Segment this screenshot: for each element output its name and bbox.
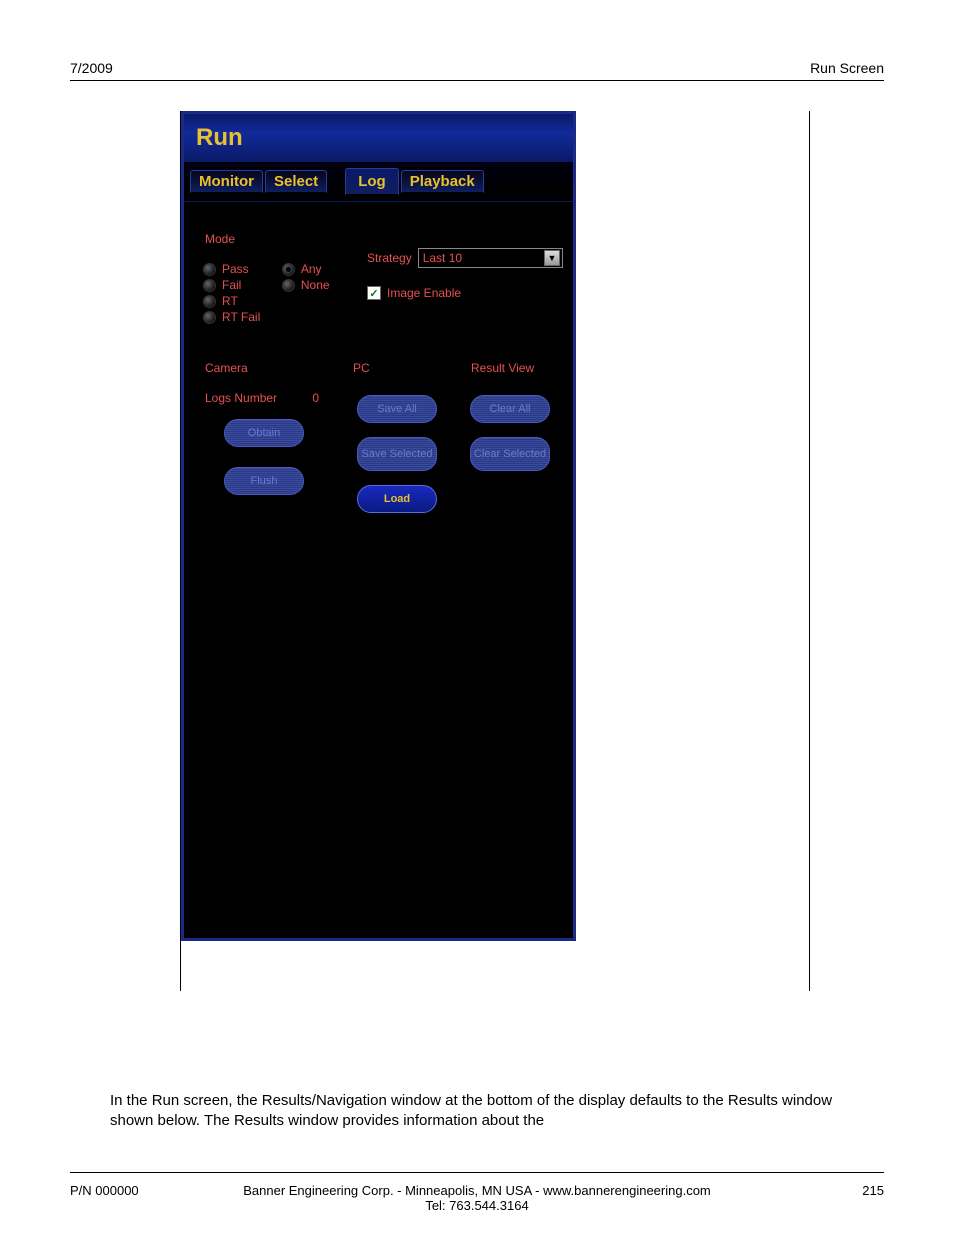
obtain-button[interactable]: Obtain xyxy=(224,419,304,447)
checkbox-icon xyxy=(367,286,381,300)
strategy-value: Last 10 xyxy=(423,251,462,265)
mode-legend: Mode xyxy=(203,232,237,246)
page-header: 7/2009 Run Screen xyxy=(70,60,884,81)
radio-icon xyxy=(203,263,216,276)
save-selected-button[interactable]: Save Selected xyxy=(357,437,437,471)
tab-log[interactable]: Log xyxy=(345,168,399,195)
strategy-area: Strategy Last 10 ▼ Image Enable xyxy=(367,232,563,300)
window-title-bar: Run xyxy=(184,114,573,162)
image-enable-checkbox[interactable]: Image Enable xyxy=(367,286,563,300)
tab-playback[interactable]: Playback xyxy=(401,170,484,193)
flush-button[interactable]: Flush xyxy=(224,467,304,495)
radio-icon xyxy=(203,295,216,308)
camera-group: Camera Logs Number 0 Obtain Flush xyxy=(194,361,334,541)
strategy-dropdown[interactable]: Last 10 ▼ xyxy=(418,248,563,268)
header-date: 7/2009 xyxy=(70,60,113,76)
radio-rt[interactable]: RT xyxy=(203,294,260,308)
tab-strip: Monitor Select Log Playback xyxy=(184,162,573,202)
result-view-group: Result View Clear All Clear Selected xyxy=(460,361,560,541)
radio-icon xyxy=(203,279,216,292)
footer-part-number: P/N 000000 xyxy=(70,1183,243,1198)
screenshot-figure: Run Monitor Select Log Playback Mode Pas… xyxy=(180,111,810,991)
clear-all-button[interactable]: Clear All xyxy=(470,395,550,423)
footer-tel: Tel: 763.544.3164 xyxy=(243,1198,711,1213)
header-title: Run Screen xyxy=(810,60,884,76)
radio-icon xyxy=(282,263,295,276)
logs-number-label: Logs Number xyxy=(205,391,277,405)
radio-icon xyxy=(203,311,216,324)
pc-legend: PC xyxy=(351,361,372,375)
image-enable-label: Image Enable xyxy=(387,286,461,300)
logs-number-value: 0 xyxy=(312,391,319,405)
page-footer: P/N 000000 Banner Engineering Corp. - Mi… xyxy=(70,1172,884,1213)
tab-select[interactable]: Select xyxy=(265,170,327,193)
footer-company: Banner Engineering Corp. - Minneapolis, … xyxy=(243,1183,711,1198)
pc-group: PC Save All Save Selected Load xyxy=(342,361,452,541)
clear-selected-button[interactable]: Clear Selected xyxy=(470,437,550,471)
body-paragraph: In the Run screen, the Results/Navigatio… xyxy=(70,1091,884,1132)
load-button[interactable]: Load xyxy=(357,485,437,513)
result-view-legend: Result View xyxy=(469,361,536,375)
radio-fail[interactable]: Fail xyxy=(203,278,260,292)
radio-icon xyxy=(282,279,295,292)
chevron-down-icon: ▼ xyxy=(544,250,560,266)
mode-group: Mode Pass Fail RT RT Fail Any None xyxy=(194,232,359,337)
tab-monitor[interactable]: Monitor xyxy=(190,170,263,193)
footer-page-number: 215 xyxy=(711,1183,884,1198)
camera-legend: Camera xyxy=(203,361,250,375)
radio-rt-fail[interactable]: RT Fail xyxy=(203,310,260,324)
window-title: Run xyxy=(196,124,243,152)
radio-pass[interactable]: Pass xyxy=(203,262,260,276)
radio-any[interactable]: Any xyxy=(282,262,330,276)
radio-none[interactable]: None xyxy=(282,278,330,292)
strategy-label: Strategy xyxy=(367,251,412,265)
save-all-button[interactable]: Save All xyxy=(357,395,437,423)
run-screen-window: Run Monitor Select Log Playback Mode Pas… xyxy=(181,111,576,941)
